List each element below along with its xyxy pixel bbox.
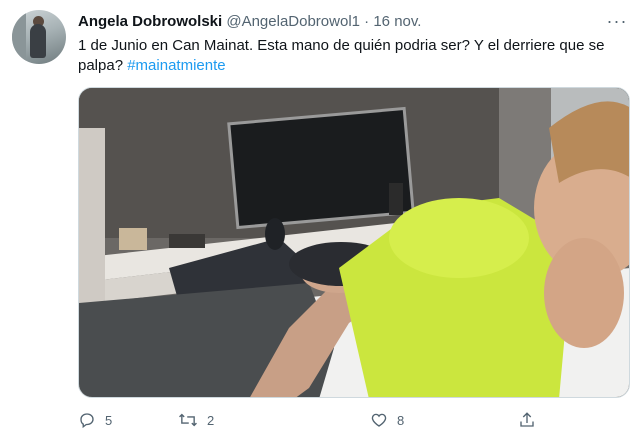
hashtag-link[interactable]: #mainatmiente	[127, 57, 225, 74]
speaker-shape	[389, 183, 403, 215]
tweet-card[interactable]: Angela Dobrowolski @AngelaDobrowol1 · 16…	[0, 0, 640, 439]
avatar[interactable]	[12, 10, 66, 64]
share-icon	[520, 412, 534, 427]
like-count: 8	[397, 412, 405, 428]
share-button[interactable]	[518, 408, 545, 432]
neon-top-highlight-shape	[389, 198, 529, 278]
tweet-date[interactable]: 16 nov.	[373, 13, 421, 30]
tweet-photo[interactable]	[78, 87, 630, 398]
item-shape	[169, 234, 205, 248]
retweet-button[interactable]: 2	[178, 408, 214, 432]
headboard-shape	[79, 128, 105, 328]
heart-icon	[371, 413, 387, 427]
photo-scene	[79, 88, 629, 397]
foot-shape	[265, 218, 285, 250]
header-separator: ·	[364, 13, 370, 30]
hand-on-face-shape	[544, 238, 624, 348]
reply-button[interactable]: 5	[78, 408, 112, 432]
tweet-header: Angela Dobrowolski @AngelaDobrowol1 · 16…	[78, 13, 600, 31]
avatar-figure-shape	[30, 24, 46, 58]
author-handle[interactable]: @AngelaDobrowol1	[226, 13, 360, 30]
box-item-shape	[119, 228, 147, 250]
action-bar: 5 2 8	[78, 408, 538, 432]
avatar-building-shape	[12, 10, 26, 64]
like-button[interactable]: 8	[370, 408, 404, 432]
reply-count: 5	[105, 412, 113, 428]
retweet-count: 2	[207, 412, 215, 428]
tweet-text: 1 de Junio en Can Mainat. Esta mano de q…	[78, 36, 630, 76]
more-horizontal-icon[interactable]: ···	[606, 10, 628, 32]
author-name[interactable]: Angela Dobrowolski	[78, 13, 222, 30]
reply-icon	[80, 413, 94, 429]
retweet-icon	[179, 413, 197, 427]
tv-shape	[227, 106, 415, 230]
